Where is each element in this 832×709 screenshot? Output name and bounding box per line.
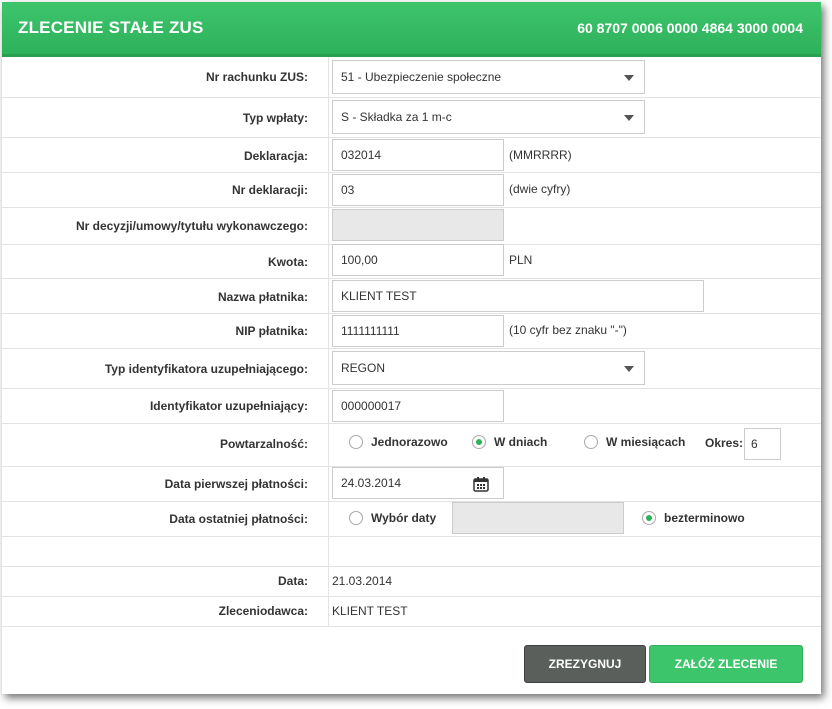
payer-name-label: Nazwa płatnika: bbox=[217, 290, 308, 304]
payer-name-input[interactable]: KLIENT TEST bbox=[332, 280, 704, 312]
radio-icon bbox=[349, 511, 363, 525]
last-payment-option-date[interactable]: Wybór daty bbox=[349, 511, 436, 525]
id-value-value: 000000017 bbox=[341, 399, 402, 413]
radio-icon bbox=[349, 435, 363, 449]
payer-nip-label: NIP płatnika: bbox=[235, 324, 308, 338]
date-value: 21.03.2014 bbox=[332, 574, 393, 588]
recurrence-option-once-label: Jednorazowo bbox=[371, 435, 448, 449]
payment-type-label: Typ wpłaty: bbox=[242, 111, 308, 125]
dialog-title: ZLECENIE STAŁE ZUS bbox=[18, 18, 204, 37]
amount-value: 100,00 bbox=[341, 253, 378, 267]
id-value-input[interactable]: 000000017 bbox=[332, 390, 504, 422]
payer-nip-value: 1111111111 bbox=[341, 324, 400, 338]
period-input[interactable]: 6 bbox=[744, 428, 781, 460]
last-payment-option-date-label: Wybór daty bbox=[371, 511, 437, 525]
first-payment-value: 24.03.2014 bbox=[341, 476, 402, 490]
id-type-value: REGON bbox=[341, 361, 386, 375]
recurrence-option-days-label: W dniach bbox=[494, 435, 548, 449]
recurrence-option-days[interactable]: W dniach bbox=[472, 435, 547, 449]
calendar-icon[interactable] bbox=[473, 476, 489, 492]
recurrence-option-months-label: W miesiącach bbox=[606, 435, 686, 449]
last-payment-label: Data ostatniej płatności: bbox=[169, 512, 308, 526]
row-payer-name: Nazwa płatnika: KLIENT TEST bbox=[2, 278, 821, 314]
recurrence-label: Powtarzalność: bbox=[219, 437, 308, 451]
account-zus-label: Nr rachunku ZUS: bbox=[205, 70, 308, 84]
amount-label: Kwota: bbox=[268, 255, 308, 269]
row-date: Data: 21.03.2014 bbox=[2, 566, 821, 597]
account-zus-value: 51 - Ubezpieczenie społeczne bbox=[341, 70, 502, 84]
chevron-down-icon bbox=[624, 366, 634, 372]
row-payment-type: Typ wpłaty: S - Składka za 1 m-c bbox=[2, 97, 821, 138]
date-label: Data: bbox=[277, 574, 308, 588]
row-amount: Kwota: 100,00 PLN bbox=[2, 244, 821, 279]
payer-nip-input[interactable]: 1111111111 bbox=[332, 315, 504, 347]
chevron-down-icon bbox=[624, 75, 634, 81]
row-declaration-no: Nr deklaracji: 03 (dwie cyfry) bbox=[2, 172, 821, 208]
radio-selected-icon bbox=[472, 435, 486, 449]
principal-value: KLIENT TEST bbox=[332, 604, 408, 618]
currency-label: PLN bbox=[509, 253, 533, 267]
declaration-hint: (MMRRRR) bbox=[509, 148, 572, 162]
declaration-no-hint: (dwie cyfry) bbox=[509, 182, 571, 196]
row-declaration: Deklaracja: 032014 (MMRRRR) bbox=[2, 137, 821, 173]
principal-label: Zleceniodawca: bbox=[218, 604, 308, 618]
id-type-label: Typ identyfikatora uzupełniającego: bbox=[104, 362, 308, 376]
id-type-select[interactable]: REGON bbox=[332, 351, 645, 385]
account-zus-select[interactable]: 51 - Ubezpieczenie społeczne bbox=[332, 60, 645, 94]
radio-icon bbox=[584, 435, 598, 449]
dialog-header: ZLECENIE STAŁE ZUS 60 8707 0006 0000 486… bbox=[2, 2, 821, 57]
declaration-no-label: Nr deklaracji: bbox=[231, 183, 308, 197]
id-value-label: Identyfikator uzupełniający: bbox=[149, 399, 308, 413]
payer-nip-hint: (10 cyfr bez znaku "-") bbox=[509, 323, 627, 337]
radio-selected-icon bbox=[642, 511, 656, 525]
chevron-down-icon bbox=[624, 115, 634, 121]
declaration-no-value: 03 bbox=[341, 183, 355, 197]
standing-order-dialog: ZLECENIE STAŁE ZUS 60 8707 0006 0000 486… bbox=[2, 2, 821, 694]
declaration-value: 032014 bbox=[341, 148, 382, 162]
row-id-value: Identyfikator uzupełniający: 000000017 bbox=[2, 388, 821, 424]
declaration-label: Deklaracja: bbox=[243, 149, 308, 163]
declaration-input[interactable]: 032014 bbox=[332, 139, 504, 171]
decision-no-label: Nr decyzji/umowy/tytułu wykonawczego: bbox=[75, 219, 308, 233]
row-decision-no: Nr decyzji/umowy/tytułu wykonawczego: bbox=[2, 207, 821, 245]
cancel-button[interactable]: ZREZYGNUJ bbox=[524, 645, 646, 683]
row-id-type: Typ identyfikatora uzupełniającego: REGO… bbox=[2, 348, 821, 389]
last-payment-date-input bbox=[452, 502, 624, 534]
first-payment-label: Data pierwszej płatności: bbox=[164, 477, 308, 491]
last-payment-option-open[interactable]: bezterminowo bbox=[642, 511, 745, 525]
first-payment-input[interactable]: 24.03.2014 bbox=[332, 467, 504, 499]
row-recurrence: Powtarzalność: Jednorazowo W dniach W mi… bbox=[2, 423, 821, 467]
decision-no-input bbox=[332, 209, 504, 241]
row-account-zus: Nr rachunku ZUS: 51 - Ubezpieczenie społ… bbox=[2, 57, 821, 98]
row-principal: Zleceniodawca: KLIENT TEST bbox=[2, 596, 821, 627]
row-first-payment: Data pierwszej płatności: 24.03.2014 bbox=[2, 466, 821, 502]
row-last-payment: Data ostatniej płatności: Wybór daty bez… bbox=[2, 501, 821, 537]
recurrence-option-once[interactable]: Jednorazowo bbox=[349, 435, 448, 449]
payment-type-select[interactable]: S - Składka za 1 m-c bbox=[332, 100, 645, 134]
period-value: 6 bbox=[751, 437, 758, 451]
last-payment-option-open-label: bezterminowo bbox=[664, 511, 745, 525]
declaration-no-input[interactable]: 03 bbox=[332, 174, 504, 206]
create-order-button[interactable]: ZAŁÓŻ ZLECENIE bbox=[649, 645, 803, 683]
account-number: 60 8707 0006 0000 4864 3000 0004 bbox=[577, 20, 803, 36]
period-label: Okres: bbox=[705, 436, 744, 450]
recurrence-option-months[interactable]: W miesiącach bbox=[584, 435, 685, 449]
row-spacer bbox=[2, 536, 821, 567]
payer-name-value: KLIENT TEST bbox=[341, 289, 417, 303]
row-payer-nip: NIP płatnika: 1111111111 (10 cyfr bez zn… bbox=[2, 313, 821, 349]
amount-input[interactable]: 100,00 bbox=[332, 244, 504, 276]
payment-type-value: S - Składka za 1 m-c bbox=[341, 110, 452, 124]
